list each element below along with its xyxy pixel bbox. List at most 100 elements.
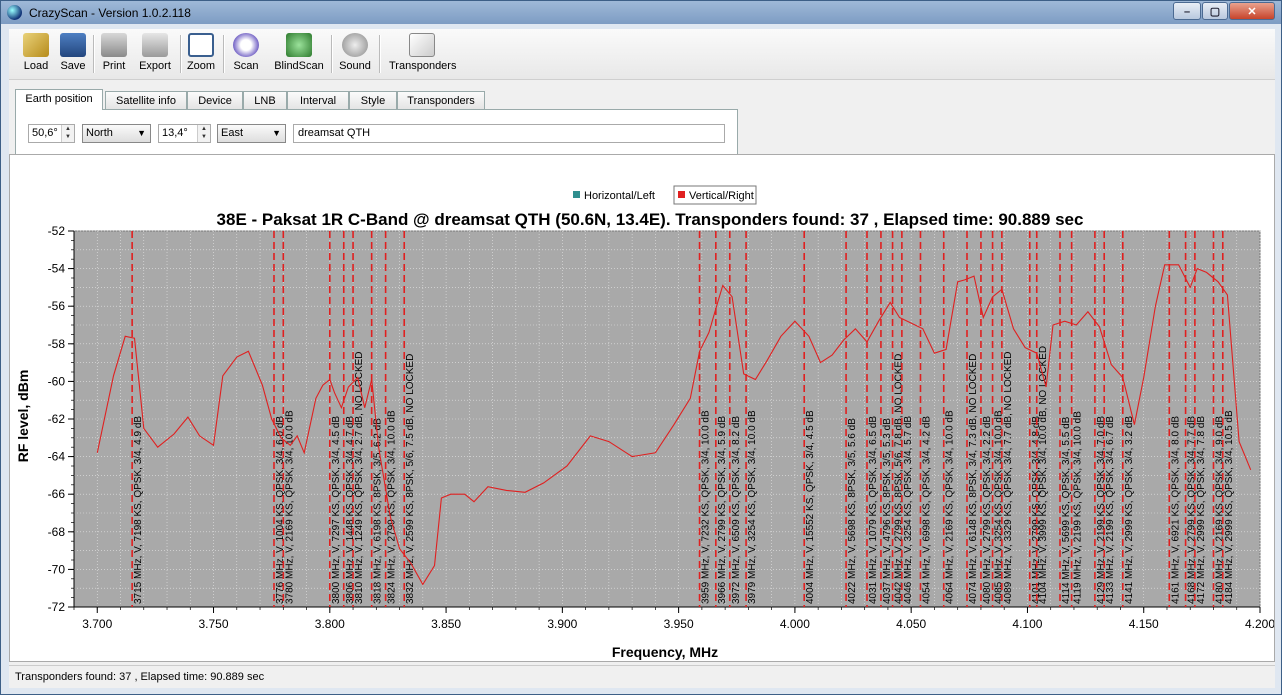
transponder-label: 3832 MHz, V, 2599 KS, 8PSK, 5/6, 7.5 dB,… bbox=[405, 354, 416, 604]
longitude-direction-combo[interactable]: East ▼ bbox=[217, 124, 286, 143]
spin-down-icon: ▼ bbox=[201, 134, 207, 140]
transponder-label: 4104 MHz, V, 3999 KS, QPSK, 3/4, 10.0 dB… bbox=[1038, 346, 1049, 604]
zoom-label: Zoom bbox=[186, 60, 216, 72]
y-tick-label: -72 bbox=[48, 600, 66, 614]
spin-down-icon: ▼ bbox=[65, 134, 71, 140]
transponder-label: 4172 MHz, V, 2999 KS, QPSK, 3/4, 7.8 dB bbox=[1196, 416, 1207, 604]
save-button[interactable]: Save bbox=[59, 33, 87, 77]
y-tick-label: -68 bbox=[48, 525, 66, 539]
transponder-label: 4064 MHz, V, 2169 KS, QPSK, 3/4, 10.0 dB bbox=[945, 410, 956, 604]
tab-satellite-info[interactable]: Satellite info bbox=[105, 91, 187, 109]
transponder-label: 4004 MHz, V, 15552 KS, QPSK, 3/4, 4.5 dB bbox=[805, 410, 816, 604]
zoom-button[interactable]: Zoom bbox=[186, 33, 216, 77]
y-tick-label: -60 bbox=[48, 374, 66, 388]
notepad-icon bbox=[409, 33, 435, 57]
magnifier-icon bbox=[233, 33, 259, 57]
location-name-input[interactable]: dreamsat QTH bbox=[293, 124, 725, 143]
print-button[interactable]: Print bbox=[100, 33, 128, 77]
toolbar-separator bbox=[331, 35, 333, 73]
transponder-label: 3780 MHz, V, 2169 KS, QPSK, 3/4, 10.0 dB bbox=[284, 410, 295, 604]
blindscan-label: BlindScan bbox=[274, 60, 324, 72]
chart-title: 38E - Paksat 1R C-Band @ dreamsat QTH (5… bbox=[217, 210, 1084, 229]
toolbar-separator bbox=[180, 35, 182, 73]
tab-earth-position[interactable]: Earth position bbox=[15, 89, 103, 110]
x-tick-label: 3.900 bbox=[547, 617, 577, 631]
tab-lnb[interactable]: LNB bbox=[243, 91, 287, 109]
floppy-disk-icon bbox=[60, 33, 86, 57]
y-tick-label: -62 bbox=[48, 412, 66, 426]
y-tick-label: -64 bbox=[48, 450, 66, 464]
speaker-icon bbox=[342, 33, 368, 57]
load-label: Load bbox=[23, 60, 49, 72]
minimize-button[interactable]: – bbox=[1173, 2, 1201, 20]
x-tick-label: 4.200 bbox=[1245, 617, 1274, 631]
sound-button[interactable]: Sound bbox=[338, 33, 372, 77]
transponder-label: 4184 MHz, V, 2999 KS, QPSK, 3/4, 10.5 dB bbox=[1224, 410, 1235, 604]
tab-interval[interactable]: Interval bbox=[287, 91, 349, 109]
y-tick-label: -56 bbox=[48, 299, 66, 313]
transponder-label: 4022 MHz, V, 5698 KS, 8PSK, 3/5, 5.6 dB bbox=[847, 418, 858, 604]
close-button[interactable]: ✕ bbox=[1229, 2, 1275, 20]
spin-arrows[interactable]: ▲ ▼ bbox=[61, 125, 74, 142]
transponder-label: 3800 MHz, V, 7297 KS, QPSK, 3/4, 4.5 dB bbox=[331, 416, 342, 604]
title-bar[interactable]: CrazyScan - Version 1.0.2.118 – ▢ ✕ bbox=[1, 1, 1281, 24]
scan-button[interactable]: Scan bbox=[231, 33, 261, 77]
blindscan-button[interactable]: BlindScan bbox=[273, 33, 325, 77]
transponder-label: 4161 MHz, V, 6921 KS, QPSK, 3/4, 8.0 dB bbox=[1170, 416, 1181, 604]
toolbar-separator bbox=[93, 35, 95, 73]
y-tick-label: -70 bbox=[48, 562, 66, 576]
folder-open-icon bbox=[23, 33, 49, 57]
transponder-label: 4054 MHz, V, 6998 KS, QPSK, 3/4, 4.2 dB bbox=[921, 416, 932, 604]
y-tick-label: -66 bbox=[48, 487, 66, 501]
transponders-button[interactable]: Transponders bbox=[389, 33, 457, 77]
print-label: Print bbox=[102, 60, 126, 72]
save-label: Save bbox=[60, 60, 86, 72]
tab-device[interactable]: Device bbox=[187, 91, 243, 109]
spectrum-chart[interactable]: Horizontal/Left Vertical/Right 38E - Paks… bbox=[10, 155, 1276, 661]
legend-item: Horizontal/Left bbox=[573, 190, 655, 202]
latitude-spinbox[interactable]: 50,6° ▲ ▼ bbox=[28, 124, 75, 143]
transponder-label: 4080 MHz, V, 2799 KS, QPSK, 3/4, 2.2 dB bbox=[982, 416, 993, 604]
legend-swatch bbox=[573, 191, 580, 198]
x-tick-label: 3.850 bbox=[431, 617, 461, 631]
x-axis-label: Frequency, MHz bbox=[612, 644, 718, 660]
x-tick-label: 3.700 bbox=[82, 617, 112, 631]
toolbar: Load Save Print Export Zoom Scan BlindSc… bbox=[9, 29, 1275, 80]
latitude-value: 50,6° bbox=[32, 127, 58, 139]
chart-legend: Horizontal/Left Vertical/Right bbox=[573, 185, 757, 205]
transponder-label: 4114 MHz, V, 5699 KS, QPSK, 3/4, 5.5 dB bbox=[1061, 416, 1072, 604]
export-button[interactable]: Export bbox=[137, 33, 173, 77]
blindscan-icon bbox=[286, 33, 312, 57]
latitude-direction-combo[interactable]: North ▼ bbox=[82, 124, 151, 143]
spin-arrows[interactable]: ▲ ▼ bbox=[197, 125, 210, 142]
transponder-label: 4089 MHz, V, 3329 KS, QPSK, 3/4, 7.7 dB,… bbox=[1003, 351, 1014, 604]
longitude-direction-value: East bbox=[221, 127, 244, 139]
x-tick-label: 4.050 bbox=[896, 617, 926, 631]
tab-transponders[interactable]: Transponders bbox=[397, 91, 485, 109]
transponder-label: 3966 MHz, V, 2799 KS, QPSK, 3/4, 5.9 dB bbox=[717, 416, 728, 604]
longitude-spinbox[interactable]: 13,4° ▲ ▼ bbox=[158, 124, 211, 143]
spin-up-icon: ▲ bbox=[65, 126, 71, 132]
y-tick-label: -54 bbox=[48, 262, 66, 276]
legend-label: Horizontal/Left bbox=[584, 190, 655, 202]
load-button[interactable]: Load bbox=[21, 33, 51, 77]
x-tick-label: 3.950 bbox=[664, 617, 694, 631]
export-label: Export bbox=[139, 60, 171, 72]
app-window: CrazyScan - Version 1.0.2.118 – ▢ ✕ Load… bbox=[0, 0, 1282, 695]
status-text: Transponders found: 37 , Elapsed time: 9… bbox=[15, 671, 265, 683]
zoom-icon bbox=[188, 33, 214, 57]
plot-area: -52 -54 -56 -58 -60 -62 -64 -66 -68 -70 -72 3.700 3.… bbox=[48, 224, 1276, 631]
tab-style[interactable]: Style bbox=[349, 91, 397, 109]
x-tick-label: 3.750 bbox=[199, 617, 229, 631]
transponder-label: 3959 MHz, V, 7232 KS, QPSK, 3/4, 10.0 dB bbox=[701, 410, 712, 604]
x-tick-label: 4.000 bbox=[780, 617, 810, 631]
spin-up-icon: ▲ bbox=[201, 126, 207, 132]
x-tick-label: 3.800 bbox=[315, 617, 345, 631]
x-tick-label: 4.100 bbox=[1012, 617, 1042, 631]
maximize-button[interactable]: ▢ bbox=[1202, 2, 1228, 20]
transponder-label: 4141 MHz, V, 2999 KS, QPSK, 3/4, 3.2 dB bbox=[1124, 416, 1135, 604]
transponder-label: 3979 MHz, V, 3254 KS, QPSK, 3/4, 10.0 dB bbox=[747, 410, 758, 604]
transponders-label: Transponders bbox=[389, 60, 457, 72]
transponder-label: 4037 MHz, V, 4796 KS, 8PSK, 3/5, 5.3 dB bbox=[882, 418, 893, 604]
transponder-label: 3972 MHz, V, 6509 KS, QPSK, 3/4, 8.2 dB bbox=[731, 416, 742, 604]
